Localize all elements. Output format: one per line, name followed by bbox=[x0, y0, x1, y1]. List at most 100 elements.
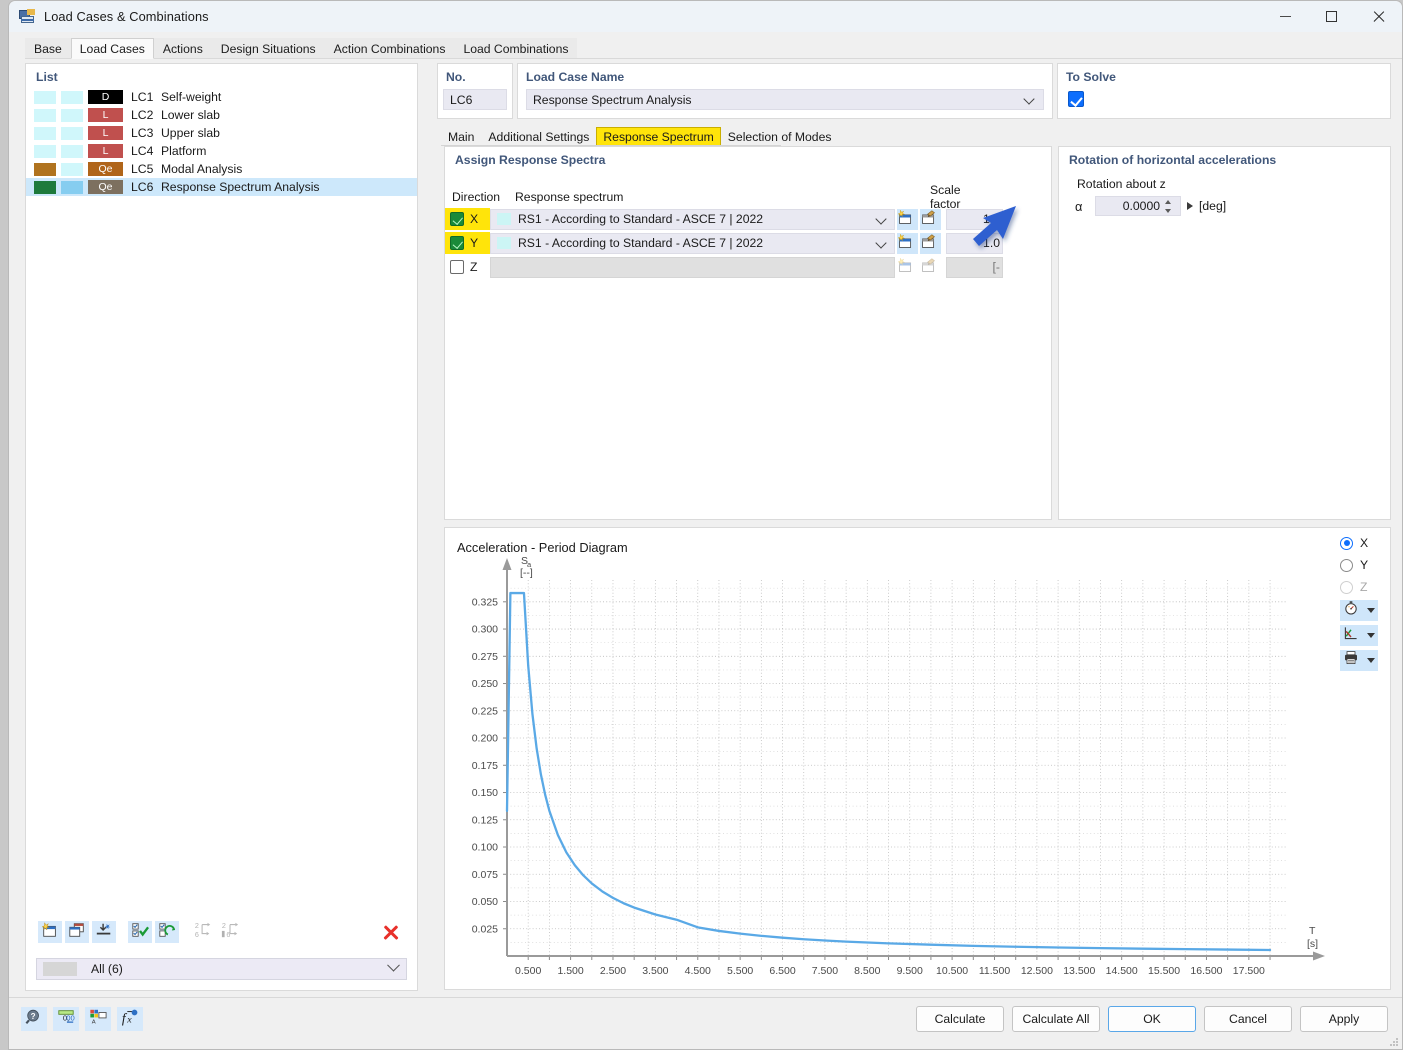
new-response-spectrum-button[interactable] bbox=[897, 232, 918, 254]
main-tab-load-combinations[interactable]: Load Combinations bbox=[454, 38, 578, 59]
no-field[interactable]: LC6 bbox=[443, 89, 507, 110]
load-case-number: LC2 bbox=[131, 108, 154, 122]
footer-button-calculate[interactable]: Calculate bbox=[916, 1006, 1004, 1032]
resize-grip-icon[interactable] bbox=[1389, 1037, 1399, 1047]
settings-button[interactable]: A bbox=[85, 1007, 111, 1031]
delete-load-case-button[interactable] bbox=[379, 921, 401, 943]
x-axis-tick-label: 13.500 bbox=[1063, 965, 1095, 977]
list-toolbar: 2626 bbox=[26, 918, 417, 946]
load-case-row[interactable]: L LC2 Lower slab bbox=[26, 106, 417, 124]
footer-button-calculate-all[interactable]: Calculate All bbox=[1012, 1006, 1100, 1032]
alpha-input[interactable]: 0.0000 bbox=[1095, 196, 1181, 216]
new-response-spectrum-button[interactable] bbox=[897, 208, 918, 230]
direction-checkbox-z[interactable] bbox=[450, 260, 464, 274]
load-case-secondary-swatch bbox=[61, 90, 83, 104]
load-case-row[interactable]: Qe LC6 Response Spectrum Analysis bbox=[26, 178, 417, 196]
copy-window-icon bbox=[68, 921, 86, 944]
y-axis-tick-label: 0.075 bbox=[472, 869, 498, 881]
invert-selection-button[interactable] bbox=[155, 921, 179, 943]
load-case-row[interactable]: Qe LC5 Modal Analysis bbox=[26, 160, 417, 178]
help-button[interactable]: ? bbox=[21, 1007, 47, 1031]
sub-tab-response-spectrum[interactable]: Response Spectrum bbox=[596, 127, 721, 146]
graph-style-button[interactable] bbox=[1340, 625, 1378, 646]
new-load-case-button[interactable] bbox=[38, 921, 62, 943]
main-tab-actions[interactable]: Actions bbox=[153, 38, 212, 59]
response-spectrum-combo-x[interactable]: RS1 - According to Standard - ASCE 7 | 2… bbox=[490, 208, 895, 230]
load-case-type-badge: Qe bbox=[88, 162, 123, 176]
print-button[interactable] bbox=[1340, 650, 1378, 671]
dialog-body: List D LC1 Self-weight L LC2 Lower slab L LC3 Up… bbox=[9, 60, 1402, 997]
chevron-down-icon bbox=[875, 212, 887, 225]
maximize-button[interactable] bbox=[1308, 1, 1354, 32]
main-tab-base[interactable]: Base bbox=[25, 38, 71, 59]
scale-factor-input-y[interactable]: 1.0 bbox=[946, 232, 1003, 254]
load-case-row[interactable]: D LC1 Self-weight bbox=[26, 88, 417, 106]
apply-rotation-icon[interactable] bbox=[1187, 202, 1193, 210]
direction-cell-z: Z bbox=[445, 256, 490, 278]
spinner-icon[interactable] bbox=[1164, 199, 1171, 214]
edit-response-spectrum-button[interactable] bbox=[920, 232, 941, 254]
close-icon bbox=[1372, 10, 1385, 23]
spectrum-color-swatch bbox=[497, 213, 511, 225]
load-case-color-swatch bbox=[34, 90, 56, 104]
units-button[interactable]: 0, 00 bbox=[53, 1007, 79, 1031]
x-axis-label: T bbox=[1309, 925, 1316, 937]
copy-load-case-button[interactable] bbox=[65, 921, 89, 943]
sub-tab-additional-settings[interactable]: Additional Settings bbox=[481, 127, 596, 146]
formula-button[interactable]: fx bbox=[117, 1007, 143, 1031]
load-case-name-combo[interactable]: Response Spectrum Analysis bbox=[526, 89, 1044, 110]
y-axis-tick-label: 0.125 bbox=[472, 814, 498, 826]
button-label: OK bbox=[1143, 1012, 1161, 1026]
load-case-row[interactable]: L LC4 Platform bbox=[26, 142, 417, 160]
tab-label: Action Combinations bbox=[333, 41, 446, 56]
x-axis-tick-label: 4.500 bbox=[685, 965, 711, 977]
direction-checkbox-x[interactable] bbox=[450, 212, 464, 226]
main-tab-design-situations[interactable]: Design Situations bbox=[211, 38, 325, 59]
alpha-symbol: α bbox=[1075, 198, 1083, 214]
chevron-down-icon[interactable] bbox=[1367, 658, 1375, 663]
import-load-case-button[interactable] bbox=[92, 921, 116, 943]
diagram-title: Acceleration - Period Diagram bbox=[457, 540, 628, 555]
scale-factor-input-x[interactable]: 1.0 bbox=[946, 208, 1003, 230]
list-filter-combo[interactable]: All (6) bbox=[36, 958, 407, 980]
filter-color-swatch bbox=[43, 962, 77, 976]
load-case-list[interactable]: D LC1 Self-weight L LC2 Lower slab L LC3 Upper s… bbox=[26, 88, 417, 196]
load-case-secondary-swatch bbox=[61, 162, 83, 176]
direction-checkbox-y[interactable] bbox=[450, 236, 464, 250]
main-tab-load-cases[interactable]: Load Cases bbox=[70, 38, 154, 59]
minimize-button[interactable] bbox=[1262, 1, 1308, 32]
chevron-down-icon[interactable] bbox=[1367, 608, 1375, 613]
help-magnifier-icon: ? bbox=[25, 1008, 43, 1031]
spectrum-name: RS1 - According to Standard - ASCE 7 | 2… bbox=[518, 212, 764, 226]
load-cases-window: Load Cases & Combinations Base Load Cases… bbox=[8, 0, 1403, 1050]
diagram-direction-radio-x[interactable]: X bbox=[1340, 534, 1368, 552]
main-tab-action-combinations[interactable]: Action Combinations bbox=[324, 38, 455, 59]
response-spectrum-row: X RS1 - According to Standard - ASCE 7 | … bbox=[445, 207, 1051, 231]
close-button[interactable] bbox=[1354, 1, 1402, 32]
to-solve-checkbox[interactable] bbox=[1068, 91, 1084, 107]
y-axis-tick-label: 0.025 bbox=[472, 923, 498, 935]
edit-response-spectrum-button[interactable] bbox=[920, 208, 941, 230]
load-case-row[interactable]: L LC3 Upper slab bbox=[26, 124, 417, 142]
button-label: Apply bbox=[1328, 1012, 1360, 1026]
chevron-down-icon bbox=[387, 958, 400, 972]
button-label: Cancel bbox=[1229, 1012, 1267, 1026]
sub-tab-selection-of-modes[interactable]: Selection of Modes bbox=[721, 127, 839, 146]
response-spectrum-combo-y[interactable]: RS1 - According to Standard - ASCE 7 | 2… bbox=[490, 232, 895, 254]
sub-tab-strip: Main Additional Settings Response Spectrum… bbox=[441, 126, 838, 146]
footer-button-ok[interactable]: OK bbox=[1108, 1006, 1196, 1032]
diagram-settings-button[interactable] bbox=[1340, 600, 1378, 621]
load-case-color-swatch bbox=[34, 126, 56, 140]
x-axis-tick-label: 17.500 bbox=[1233, 965, 1265, 977]
sub-tab-main[interactable]: Main bbox=[441, 127, 481, 146]
x-axis-tick-label: 9.500 bbox=[897, 965, 923, 977]
x-axis-tick-label: 3.500 bbox=[642, 965, 668, 977]
scale-factor-input-z: [- bbox=[946, 256, 1003, 278]
direction-label: X bbox=[470, 212, 479, 226]
new-response-spectrum-button bbox=[897, 257, 918, 278]
footer-button-cancel[interactable]: Cancel bbox=[1204, 1006, 1292, 1032]
window-title: Load Cases & Combinations bbox=[44, 9, 209, 24]
footer-button-apply[interactable]: Apply bbox=[1300, 1006, 1388, 1032]
select-all-button[interactable] bbox=[128, 921, 152, 943]
chevron-down-icon[interactable] bbox=[1367, 633, 1375, 638]
